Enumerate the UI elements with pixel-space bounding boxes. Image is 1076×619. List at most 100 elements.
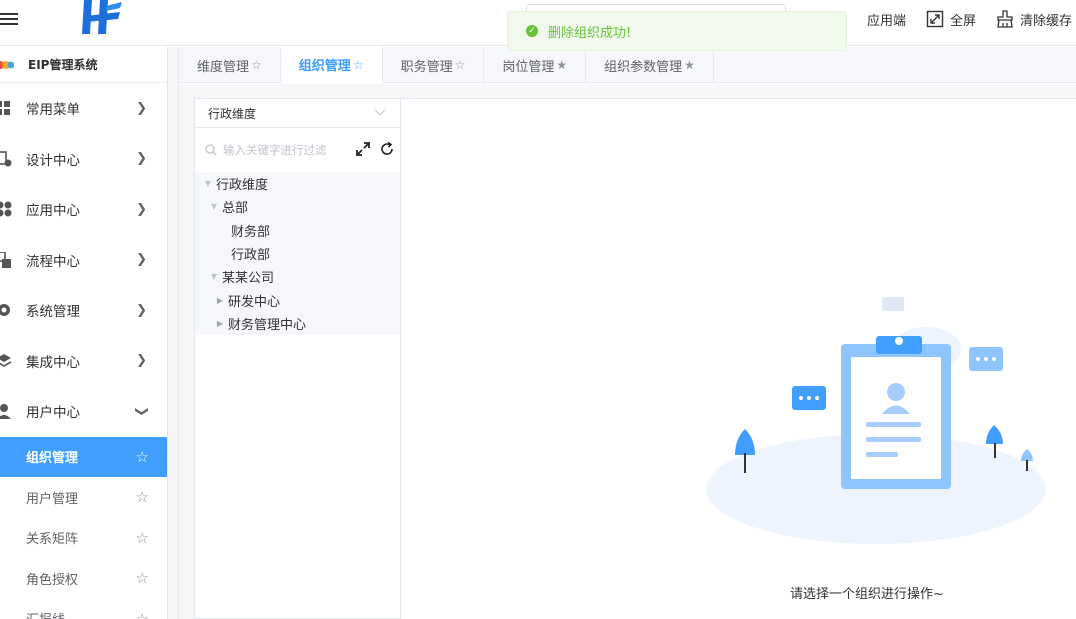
tree-node-some-company[interactable]: ▼ 某某公司 [195, 265, 400, 288]
dimension-select[interactable]: 行政维度 [195, 99, 400, 128]
star-filled-icon[interactable]: ★ [556, 58, 567, 72]
star-outline-icon[interactable]: ☆ [136, 610, 149, 619]
star-outline-icon[interactable]: ☆ [136, 569, 149, 587]
tab-post-management[interactable]: 岗位管理 ★ [484, 47, 587, 83]
sidebar-subitem-label: 关系矩阵 [26, 532, 79, 548]
star-outline-icon[interactable]: ☆ [353, 58, 364, 72]
tree-node-headquarters[interactable]: ▼ 总部 [195, 195, 400, 218]
sidebar-item-app-center[interactable]: 应用中心 ❯ [0, 184, 167, 235]
org-tree-panel: 行政维度 ▼ 行政维度 ▼ 总部 财务部 行政部 [194, 98, 401, 619]
tree-node-admin-dimension[interactable]: ▼ 行政维度 [195, 172, 400, 195]
tree-node-label: 行政维度 [216, 178, 269, 194]
chevron-right-icon: ❯ [136, 100, 147, 116]
sidebar-item-label: 集成中心 [26, 354, 80, 371]
sidebar-scroll-gutter [168, 47, 179, 619]
chevron-right-icon: ❯ [136, 353, 147, 369]
sidebar-item-flow-center[interactable]: 流程中心 ❯ [0, 235, 167, 286]
tree-node-finance-center[interactable]: ▶ 财务管理中心 [195, 312, 400, 335]
caret-down-icon[interactable]: ▼ [203, 179, 213, 188]
empty-state-illustration [706, 297, 1046, 544]
sidebar-item-label: 设计中心 [26, 152, 80, 169]
caret-right-icon[interactable]: ▶ [215, 319, 225, 328]
tab-dimension-management[interactable]: 维度管理 ☆ [179, 47, 281, 83]
check-circle-icon: ✓ [526, 25, 538, 37]
caret-down-icon[interactable]: ▼ [209, 272, 219, 281]
sidebar-item-integration-center[interactable]: 集成中心 ❯ [0, 336, 167, 387]
app-terminal-button[interactable]: 应用端 [867, 10, 906, 29]
fullscreen-icon [926, 10, 944, 28]
star-outline-icon[interactable]: ☆ [136, 448, 149, 466]
menu-toggle-icon[interactable] [0, 10, 18, 30]
tree-node-finance-dept[interactable]: 财务部 [195, 219, 400, 242]
layers-icon [0, 353, 12, 367]
search-icon [205, 144, 217, 156]
star-outline-icon[interactable]: ☆ [251, 58, 262, 72]
sidebar-subitem-relation-matrix[interactable]: 关系矩阵 ☆ [0, 518, 167, 559]
sidebar-subitem-user-management[interactable]: 用户管理 ☆ [0, 477, 167, 518]
sidebar-subitem-org-management[interactable]: 组织管理 ☆ [0, 436, 167, 477]
chevron-down-icon: ❯ [134, 405, 150, 417]
clear-cache-button[interactable]: 清除缓存 [996, 10, 1072, 29]
header-actions: 应用端 全屏 清除缓存 [867, 6, 1076, 32]
system-title-bar: EIP管理系统 [0, 47, 167, 83]
org-tree: ▼ 行政维度 ▼ 总部 财务部 行政部 ▼ 某某公司 ▶ 研发中心 ▶ 财务管理… [195, 172, 400, 336]
tree-node-admin-dept[interactable]: 行政部 [195, 242, 400, 265]
sidebar-item-label: 流程中心 [26, 253, 80, 270]
sidebar-subitem-label: 汇报线 [26, 609, 65, 619]
sidebar-item-design-center[interactable]: 设计中心 ❯ [0, 134, 167, 185]
sidebar-item-label: 应用中心 [26, 203, 80, 220]
tab-label: 组织管理 [298, 59, 351, 74]
sidebar: EIP管理系统 常用菜单 ❯ 设计中心 ❯ 应用中心 ❯ 流程中心 ❯ 系统管理… [0, 47, 168, 619]
system-title: EIP管理系统 [28, 58, 98, 72]
fullscreen-button[interactable]: 全屏 [926, 10, 976, 29]
tree-node-label: 某某公司 [222, 271, 275, 287]
sidebar-item-label: 系统管理 [26, 304, 80, 321]
sidebar-subitem-label: 组织管理 [26, 451, 79, 467]
chevron-right-icon: ❯ [136, 302, 147, 318]
tree-node-label: 行政部 [231, 248, 271, 264]
sidebar-subitem-report-line[interactable]: 汇报线 ☆ [0, 599, 167, 619]
star-outline-icon[interactable]: ☆ [455, 58, 466, 72]
empty-state-message: 请选择一个组织进行操作~ [790, 587, 944, 602]
chevron-down-icon [374, 104, 386, 116]
sidebar-item-user-center[interactable]: 用户中心 ❯ [0, 386, 167, 437]
star-outline-icon[interactable]: ☆ [136, 529, 149, 547]
sidebar-subitem-role-authorization[interactable]: 角色授权 ☆ [0, 558, 167, 599]
star-filled-icon[interactable]: ★ [684, 58, 695, 72]
tab-org-params-management[interactable]: 组织参数管理 ★ [586, 47, 714, 83]
sidebar-item-system-management[interactable]: 系统管理 ❯ [0, 285, 167, 336]
content-area: 行政维度 ▼ 行政维度 ▼ 总部 财务部 行政部 [179, 84, 1076, 619]
clear-cache-icon [997, 10, 1013, 28]
tab-bar: 维度管理 ☆ 组织管理 ☆ 职务管理 ☆ 岗位管理 ★ 组织参数管理 ★ [179, 47, 1076, 83]
chevron-right-icon: ❯ [136, 151, 147, 167]
grid-icon [0, 101, 10, 116]
sidebar-item-label: 用户中心 [26, 405, 80, 422]
tree-node-rd-center[interactable]: ▶ 研发中心 [195, 288, 400, 311]
success-toast: ✓ 删除组织成功! [507, 11, 847, 51]
refresh-icon[interactable] [380, 142, 394, 156]
caret-right-icon[interactable]: ▶ [215, 296, 225, 305]
tab-label: 岗位管理 [502, 59, 555, 75]
expand-icon[interactable] [356, 142, 370, 156]
tree-node-label: 财务管理中心 [228, 317, 307, 333]
user-icon [0, 404, 11, 420]
app-terminal-label: 应用端 [866, 13, 906, 29]
star-outline-icon[interactable]: ☆ [136, 488, 149, 506]
chevron-right-icon: ❯ [136, 252, 147, 268]
tree-node-label: 总部 [222, 201, 249, 217]
caret-down-icon[interactable]: ▼ [209, 202, 219, 211]
flow-icon [0, 251, 11, 268]
tab-job-management[interactable]: 职务管理 ☆ [383, 47, 485, 83]
app-icon [0, 201, 12, 217]
design-icon [0, 150, 12, 167]
brand-logo [82, 0, 122, 34]
sidebar-subitem-label: 角色授权 [26, 572, 79, 588]
sidebar-item-common-menu[interactable]: 常用菜单 ❯ [0, 83, 167, 134]
gear-icon [0, 304, 10, 317]
dimension-select-value: 行政维度 [208, 106, 257, 121]
system-logo-icon [0, 60, 14, 69]
sidebar-item-label: 常用菜单 [26, 102, 80, 119]
tree-filter-input[interactable] [223, 143, 343, 157]
tab-org-management[interactable]: 组织管理 ☆ [280, 47, 383, 83]
tree-node-label: 研发中心 [228, 294, 281, 310]
